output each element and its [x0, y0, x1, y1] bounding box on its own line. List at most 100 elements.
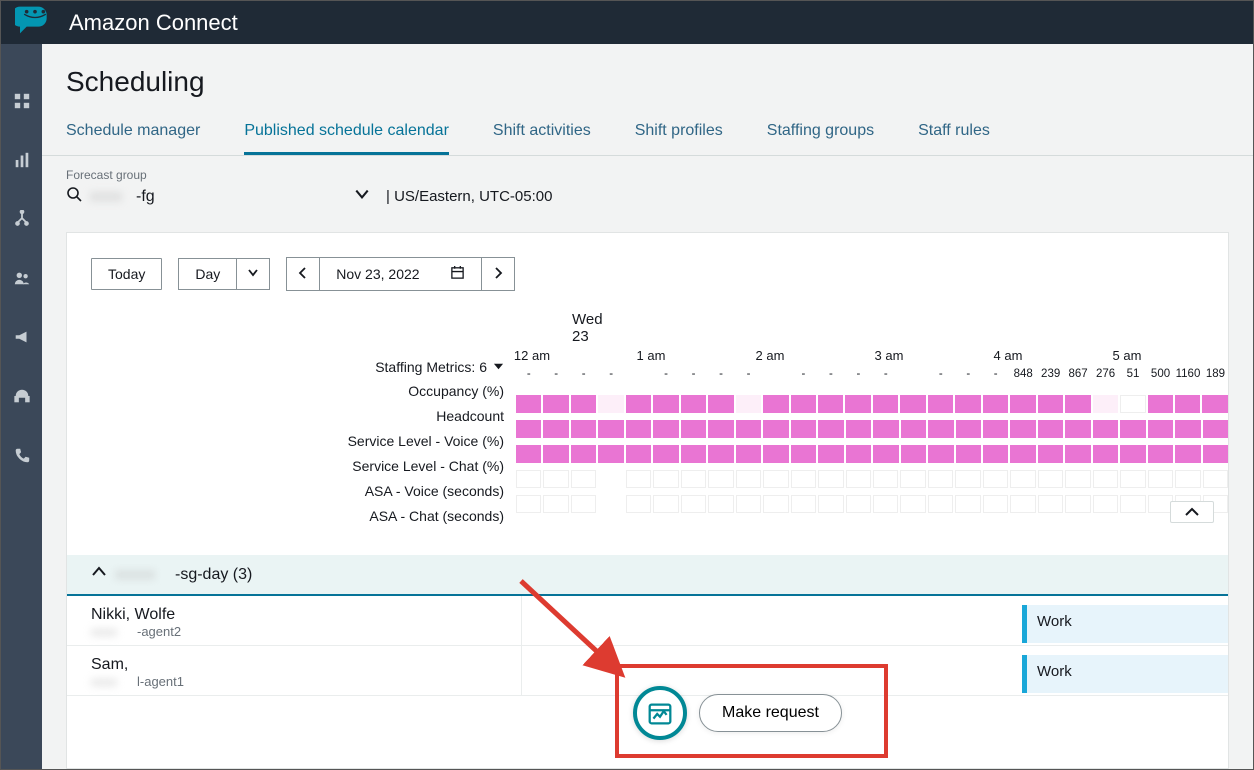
heatmap-cell [763, 445, 788, 463]
heatmap-cell [543, 495, 568, 513]
make-request-icon-button[interactable] [633, 686, 687, 740]
heatmap-cell [983, 420, 1008, 438]
search-icon[interactable] [66, 186, 82, 207]
dashboard-icon[interactable] [13, 92, 31, 115]
heatmap-cell [955, 495, 980, 513]
heatmap-cell [818, 495, 843, 513]
timeline: Staffing Metrics: 6 Occupancy (%) Headco… [67, 311, 1228, 529]
heatmap-cell [1175, 470, 1200, 488]
collapse-metrics-button[interactable] [1170, 501, 1214, 523]
heatmap-cell [681, 395, 706, 413]
heatmap-cell [1203, 445, 1228, 463]
heatmap-cell [791, 470, 816, 488]
range-chevron-down-icon[interactable] [237, 258, 270, 290]
heatmap-cell [901, 445, 926, 463]
metric-sl-chat-label: Service Level - Chat (%) [67, 454, 504, 479]
heatmap-cell [708, 495, 733, 513]
heatmap-cell [598, 395, 623, 413]
occupancy-value: - [708, 368, 733, 380]
heatmap-cell [873, 470, 898, 488]
today-button[interactable]: Today [91, 258, 162, 290]
heatmap-cell [1010, 395, 1035, 413]
heatmap-cell [736, 470, 761, 488]
occupancy-value-row: ---- ---- ---- ---8482398672765150011601… [512, 368, 1228, 393]
make-request-button[interactable]: Make request [699, 694, 842, 732]
heatmap-cell [928, 470, 953, 488]
page-title: Scheduling [42, 44, 1253, 104]
occupancy-value: 848 [1010, 368, 1035, 380]
heatmap-cell [763, 420, 788, 438]
heatmap-cell [928, 445, 953, 463]
tab-shift-activities[interactable]: Shift activities [493, 112, 591, 155]
heatmap-cell [1093, 445, 1118, 463]
page-body: Scheduling Schedule manager Published sc… [42, 44, 1253, 769]
prev-day-button[interactable] [286, 257, 320, 291]
heatmap-cell [900, 470, 925, 488]
tab-shift-profiles[interactable]: Shift profiles [635, 112, 723, 155]
heatmap-cell [791, 420, 816, 438]
shift-block[interactable]: Work [1022, 605, 1229, 643]
occupancy-value: 1160 [1175, 368, 1200, 380]
shift-block[interactable]: Work [1022, 655, 1229, 693]
heatmap-cell [956, 420, 981, 438]
staffing-group-row[interactable]: xxxxx-sg-day (3) [67, 555, 1228, 596]
staffing-metrics-toggle[interactable]: Staffing Metrics: 6 [67, 353, 504, 379]
forecast-group-select[interactable]: xxxx-fg [90, 186, 370, 207]
amazon-connect-logo-icon [15, 3, 55, 43]
occupancy-value: - [598, 368, 623, 380]
heatmap-cell [1065, 495, 1090, 513]
heatmap-cell [1010, 495, 1035, 513]
next-day-button[interactable] [482, 257, 515, 291]
hour-label: 1 am [637, 348, 666, 363]
heatmap-cell [1203, 470, 1228, 488]
forecast-group-label: Forecast group [42, 156, 1253, 184]
heatmap-cell [1148, 445, 1173, 463]
heatmap-cell [873, 495, 898, 513]
occupancy-value: 51 [1120, 368, 1145, 380]
announce-icon[interactable] [13, 328, 31, 351]
heatmap-cell [1010, 470, 1035, 488]
tab-staff-rules[interactable]: Staff rules [918, 112, 990, 155]
heatmap-cell [1038, 470, 1063, 488]
chevron-down-icon [354, 186, 370, 207]
occupancy-value: - [791, 368, 816, 380]
heatmap-cell [681, 420, 706, 438]
heatmap-cell [983, 470, 1008, 488]
headset-icon[interactable] [13, 387, 31, 410]
heatmap-cell [736, 395, 761, 413]
asa-chat-heatmap-row [512, 493, 1228, 518]
agent-info: Sam, xxxxl-agent1 [67, 646, 522, 695]
tab-published-schedule-calendar[interactable]: Published schedule calendar [244, 112, 449, 155]
heatmap-cell [1093, 420, 1118, 438]
agent-lane[interactable]: Work [522, 646, 1228, 695]
caret-down-icon [493, 359, 504, 375]
tab-staffing-groups[interactable]: Staffing groups [767, 112, 874, 155]
heatmap-cell [1010, 445, 1035, 463]
heatmap-cell [956, 445, 981, 463]
range-select[interactable]: Day [178, 258, 270, 290]
heatmap-cell [983, 495, 1008, 513]
heatmap-cell [873, 395, 898, 413]
phone-icon[interactable] [13, 446, 31, 469]
users-icon[interactable] [13, 269, 31, 292]
heatmap-cell [1093, 495, 1118, 513]
day-header: Wed 23 [512, 311, 1228, 346]
occupancy-value: - [846, 368, 871, 380]
metrics-icon[interactable] [13, 151, 31, 174]
heatmap-cell [846, 445, 871, 463]
heatmap-cell [1065, 445, 1090, 463]
heatmap-cell [1120, 420, 1145, 438]
heatmap-cell [1065, 420, 1090, 438]
routing-icon[interactable] [13, 210, 31, 233]
tab-schedule-manager[interactable]: Schedule manager [66, 112, 200, 155]
heatmap-cell [846, 495, 871, 513]
time-grid: Wed 23 12 am1 am2 am3 am4 am5 am6 ---- -… [512, 311, 1228, 529]
agent-username: xxxx-agent2 [91, 624, 497, 639]
occupancy-value: - [956, 368, 981, 380]
date-picker-button[interactable]: Nov 23, 2022 [320, 257, 481, 291]
heatmap-cell [1038, 420, 1063, 438]
heatmap-cell [846, 420, 871, 438]
agent-lane[interactable]: Work [522, 596, 1228, 645]
range-label[interactable]: Day [178, 258, 237, 290]
agent-row[interactable]: Nikki, Wolfe xxxx-agent2 Work [67, 596, 1228, 646]
